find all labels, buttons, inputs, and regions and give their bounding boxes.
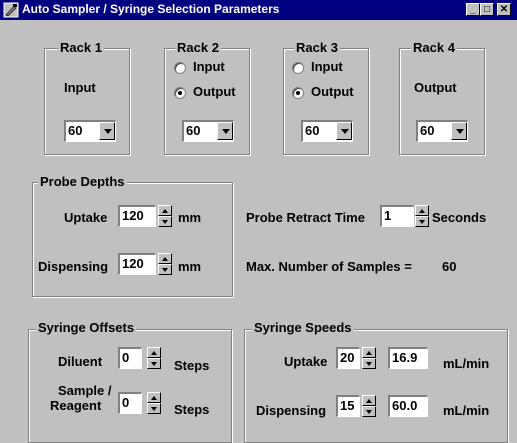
probe-retract-label: Probe Retract Time <box>246 210 365 225</box>
rack-2-value: 60 <box>186 123 201 138</box>
uptake-speed-label: Uptake <box>284 354 328 369</box>
rack-1-mode: Input <box>64 80 96 95</box>
rack-1-label: Rack 1 <box>58 40 104 55</box>
rack-2-label: Rack 2 <box>175 40 221 55</box>
rack-4-value: 60 <box>420 123 435 138</box>
dispensing-speed-label: Dispensing <box>256 403 327 418</box>
rack-2-output-radio[interactable] <box>174 87 186 99</box>
uptake-depth-spinner[interactable] <box>158 205 172 227</box>
probe-retract-input[interactable]: 1 <box>380 205 414 227</box>
rack-3-input-radio[interactable] <box>292 62 304 74</box>
syringe-speeds-group <box>244 329 508 443</box>
uptake-speed-input[interactable]: 20 <box>336 347 360 369</box>
uptake-speed-value: 20 <box>340 350 355 365</box>
dispensing-speed-spinner[interactable] <box>362 395 376 417</box>
uptake-depth-value: 120 <box>122 208 144 223</box>
rack-2-input-radio[interactable] <box>174 62 186 74</box>
chevron-down-icon[interactable] <box>451 122 467 140</box>
uptake-speed-spinner[interactable] <box>362 347 376 369</box>
rack-3-value: 60 <box>305 123 320 138</box>
sample-label-line1: Sample / <box>58 383 112 398</box>
rack-2-output-label[interactable]: Output <box>193 84 236 99</box>
uptake-rate-unit: mL/min <box>443 356 490 371</box>
dispensing-depth-input[interactable]: 120 <box>118 253 156 275</box>
diluent-input[interactable]: 0 <box>118 347 142 369</box>
window-title: Auto Sampler / Syringe Selection Paramet… <box>22 2 280 16</box>
sample-reagent-unit: Steps <box>174 402 210 417</box>
dispensing-rate-unit: mL/min <box>443 403 490 418</box>
max-samples-label: Max. Number of Samples = <box>246 259 412 274</box>
probe-retract-unit: Seconds <box>432 210 487 225</box>
rack-2-input-label[interactable]: Input <box>193 59 225 74</box>
minimize-button[interactable]: _ <box>466 3 480 16</box>
diluent-label: Diluent <box>58 354 103 369</box>
rack-3-output-label[interactable]: Output <box>311 84 354 99</box>
syringe-speeds-legend: Syringe Speeds <box>252 320 354 335</box>
diluent-unit: Steps <box>174 358 210 373</box>
uptake-depth-label: Uptake <box>64 210 108 225</box>
chevron-down-icon[interactable] <box>336 122 352 140</box>
title-bar: Auto Sampler / Syringe Selection Paramet… <box>0 0 517 20</box>
sample-reagent-value: 0 <box>122 395 130 410</box>
uptake-rate-field[interactable]: 16.9 <box>388 347 428 369</box>
dispensing-rate-value: 60.0 <box>392 398 418 413</box>
app-icon <box>3 2 19 18</box>
probe-depths-group <box>32 182 233 297</box>
probe-depths-legend: Probe Depths <box>38 174 127 189</box>
rack-3-output-radio[interactable] <box>292 87 304 99</box>
rack-3-input-label[interactable]: Input <box>311 59 343 74</box>
dispensing-depth-label: Dispensing <box>38 259 109 274</box>
rack-4-mode: Output <box>414 80 457 95</box>
sample-label-line2: Reagent <box>50 398 102 413</box>
sample-reagent-spinner[interactable] <box>147 392 161 414</box>
dispensing-depth-unit: mm <box>178 259 202 274</box>
chevron-down-icon[interactable] <box>99 122 115 140</box>
close-button[interactable]: ✕ <box>497 3 511 16</box>
diluent-value: 0 <box>122 350 130 365</box>
rack-3-label: Rack 3 <box>294 40 340 55</box>
dispensing-depth-value: 120 <box>122 256 144 271</box>
dispensing-depth-spinner[interactable] <box>158 253 172 275</box>
uptake-rate-value: 16.9 <box>392 350 418 365</box>
syringe-offsets-legend: Syringe Offsets <box>36 320 137 335</box>
rack-1-value: 60 <box>68 123 83 138</box>
dispensing-rate-field[interactable]: 60.0 <box>388 395 428 417</box>
rack-4-label: Rack 4 <box>411 40 457 55</box>
uptake-depth-unit: mm <box>178 210 202 225</box>
restore-button[interactable]: □ <box>480 3 494 16</box>
dispensing-speed-value: 15 <box>340 398 355 413</box>
diluent-spinner[interactable] <box>147 347 161 369</box>
sample-reagent-input[interactable]: 0 <box>118 392 142 414</box>
probe-retract-value: 1 <box>384 208 392 223</box>
max-samples-value: 60 <box>442 259 457 274</box>
probe-retract-spinner[interactable] <box>415 205 429 227</box>
uptake-depth-input[interactable]: 120 <box>118 205 156 227</box>
chevron-down-icon[interactable] <box>217 122 233 140</box>
dispensing-speed-input[interactable]: 15 <box>336 395 360 417</box>
